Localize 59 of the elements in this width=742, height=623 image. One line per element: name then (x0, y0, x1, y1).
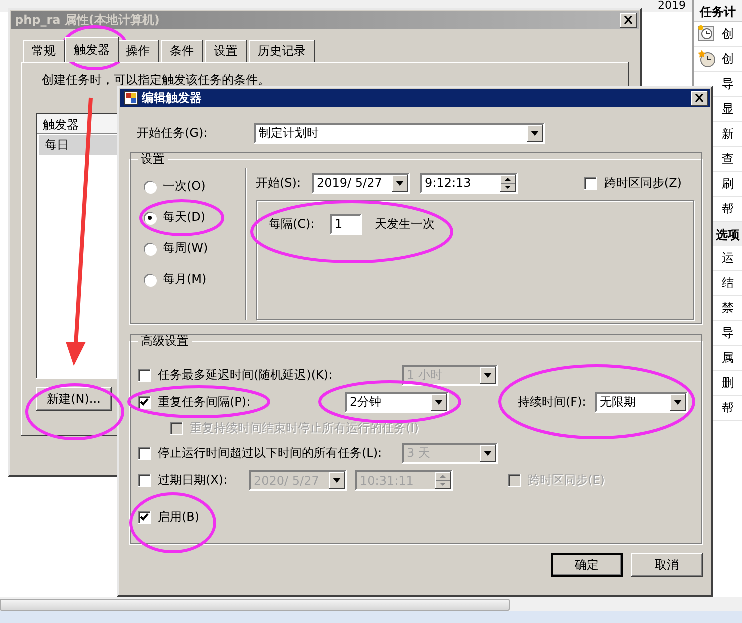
radio-label: 每周(W) (163, 240, 208, 257)
number-field[interactable]: 1 (330, 214, 362, 234)
checkbox[interactable] (138, 474, 151, 487)
field-label: 开始(S): (256, 174, 302, 192)
checkbox[interactable] (138, 511, 151, 524)
radio-label: 一次(O) (163, 178, 206, 195)
dialog-button[interactable]: 取消 (631, 553, 703, 577)
field-label: 开始任务(G): (137, 124, 209, 142)
field-label: 持续时间(F): (518, 394, 588, 411)
group-title: 高级设置 (140, 333, 190, 350)
scrollbar[interactable] (0, 599, 510, 611)
radio-label: 每月(M) (163, 271, 207, 288)
dropdown[interactable]: 2019/ 5/27 (312, 172, 410, 194)
checkbox[interactable] (138, 369, 151, 382)
description-text: 创建任务时，可以指定触发该任务的条件。 (41, 73, 271, 87)
checkbox-label: 启用(B) (158, 509, 200, 526)
action-item[interactable]: 创 (694, 22, 742, 47)
tab[interactable]: 条件 (161, 40, 203, 62)
dropdown[interactable]: 2分钟 (345, 392, 449, 413)
checkbox-label: 任务最多延迟时间(随机延迟)(K): (158, 367, 334, 384)
tab[interactable]: 操作 (117, 40, 159, 62)
action-item[interactable]: 创 (694, 47, 742, 72)
close-button[interactable] (691, 90, 708, 106)
radio-button[interactable] (144, 180, 156, 192)
radio-button[interactable] (144, 212, 156, 224)
new-button[interactable]: 新建(N)... (36, 387, 112, 411)
field-label: 每隔(C): (269, 216, 316, 232)
clock-icon (698, 25, 716, 43)
clock-icon (698, 50, 716, 68)
tab[interactable]: 常规 (23, 40, 65, 62)
checkbox-label: 停止运行时间超过以下时间的所有任务(L): (158, 445, 384, 462)
tab[interactable]: 历史记录 (249, 40, 315, 62)
field-suffix: 天发生一次 (375, 216, 435, 232)
close-icon (695, 94, 704, 102)
tab[interactable]: 触发器 (65, 37, 119, 62)
window-title: php_ra 属性(本地计算机) (15, 12, 161, 28)
group-title: 设置 (140, 151, 166, 168)
date-text: 2019 (658, 0, 686, 12)
checkbox-label: 过期日期(X): (158, 472, 229, 489)
time-field[interactable]: 9:12:13 (420, 172, 518, 194)
window-title: 编辑触发器 (142, 90, 203, 106)
panel-title: 任务计 (694, 0, 742, 22)
checkbox-label: 重复任务间隔(P): (158, 394, 252, 411)
radio-label: 每天(D) (163, 209, 206, 226)
close-button[interactable] (620, 12, 637, 28)
tab[interactable]: 设置 (205, 40, 247, 62)
checkbox[interactable] (138, 396, 151, 409)
checkbox[interactable] (138, 447, 151, 460)
dropdown[interactable]: 无限期 (595, 392, 688, 413)
dropdown[interactable]: 制定计划时 (254, 122, 545, 144)
spin-arrows-icon (500, 174, 516, 192)
app-icon (124, 91, 138, 105)
close-icon (624, 16, 633, 24)
spin-arrows-icon (435, 472, 451, 489)
checkbox-label: 跨时区同步(Z) (604, 174, 682, 192)
radio-button[interactable] (144, 274, 156, 286)
checkbox[interactable] (584, 176, 598, 190)
radio-button[interactable] (144, 242, 156, 254)
dialog-button[interactable]: 确定 (551, 553, 623, 577)
